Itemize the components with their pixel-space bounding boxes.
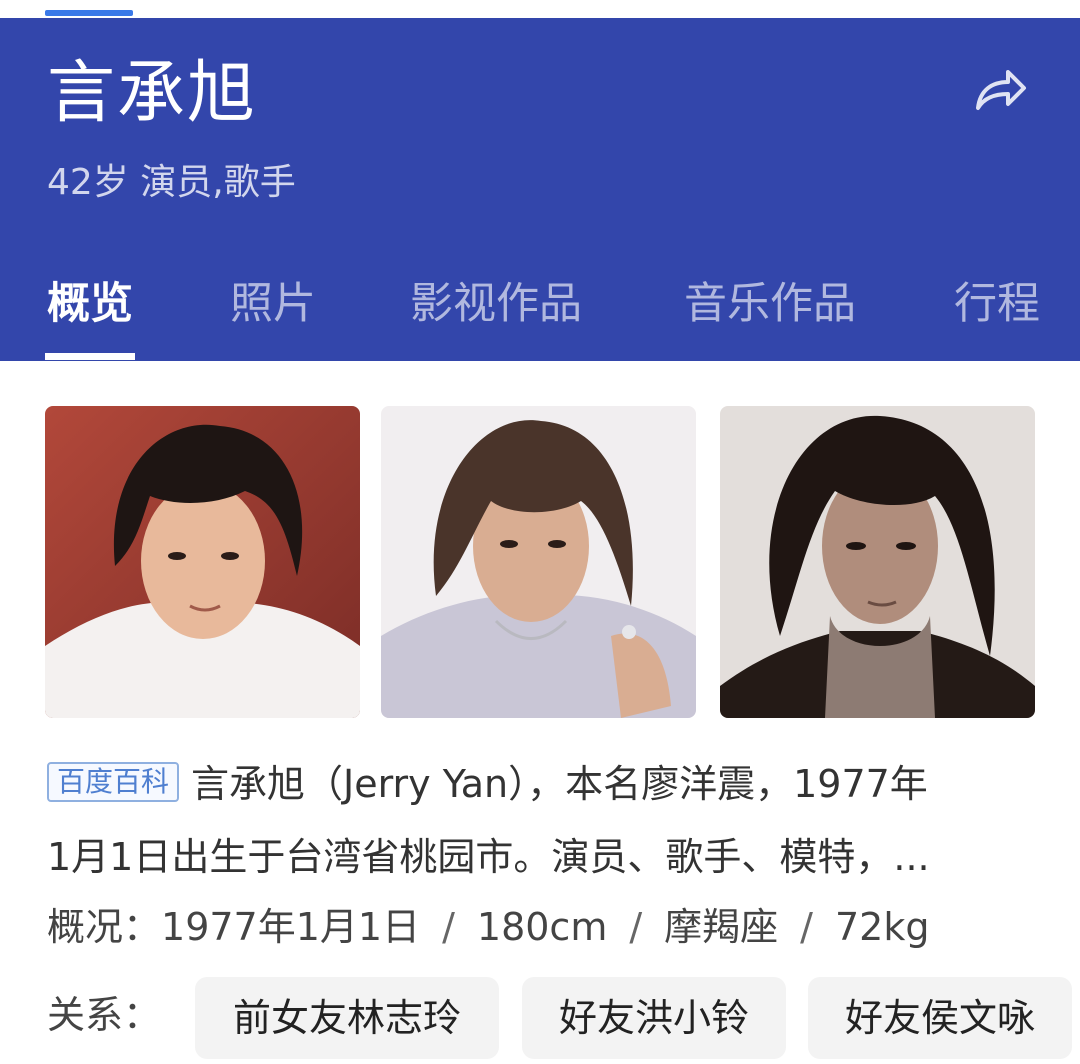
relation-chip-ex-girlfriend[interactable]: 前女友林志玲 bbox=[195, 977, 499, 1059]
active-tab-underline bbox=[45, 353, 135, 360]
relations-row: 关系： 前女友林志玲 好友洪小铃 好友侯文咏 bbox=[47, 975, 1080, 1064]
photo-strip bbox=[45, 406, 1035, 718]
birthday-value: 1977年1月1日 bbox=[161, 905, 421, 949]
abstract-line-2: 1月1日出生于台湾省桃园市。演员、歌手、模特，... bbox=[47, 821, 1037, 894]
abstract-text-1: 言承旭（Jerry Yan），本名廖洋震，1977年 bbox=[191, 762, 928, 806]
weight-value: 72kg bbox=[834, 905, 930, 949]
more-ellipsis[interactable]: ... bbox=[893, 835, 929, 879]
relation-chip-friend-2[interactable]: 好友侯文咏 bbox=[808, 977, 1072, 1059]
tab-music-works[interactable]: 音乐作品 bbox=[684, 273, 856, 335]
zodiac-value: 摩羯座 bbox=[664, 905, 779, 949]
scroll-indicator bbox=[45, 10, 133, 16]
height-value: 180cm bbox=[476, 905, 608, 949]
separator: / bbox=[800, 905, 813, 949]
tab-film-works[interactable]: 影视作品 bbox=[410, 273, 582, 335]
person-subtitle: 42岁 演员,歌手 bbox=[47, 162, 296, 203]
abstract-text: 百度百科 言承旭（Jerry Yan），本名廖洋震，1977年 1月1日出生于台湾… bbox=[47, 748, 1037, 894]
relation-chip-friend-1[interactable]: 好友洪小铃 bbox=[522, 977, 786, 1059]
tab-schedule[interactable]: 行程 bbox=[954, 273, 1040, 335]
top-strip bbox=[0, 0, 1080, 18]
overview-label: 概况： bbox=[47, 905, 162, 949]
separator: / bbox=[629, 905, 643, 949]
tab-bar: 概览 照片 影视作品 音乐作品 行程 bbox=[0, 273, 1080, 361]
portrait-photo-3[interactable] bbox=[720, 406, 1035, 718]
tab-photos[interactable]: 照片 bbox=[230, 273, 316, 335]
baike-source-badge[interactable]: 百度百科 bbox=[47, 762, 180, 802]
person-name: 言承旭 bbox=[47, 54, 258, 133]
portrait-photo-2[interactable] bbox=[381, 406, 696, 718]
abstract-text-2: 1月1日出生于台湾省桃园市。演员、歌手、模特， bbox=[47, 835, 894, 879]
share-arrow-icon bbox=[976, 70, 1026, 110]
relations-label: 关系： bbox=[47, 993, 162, 1037]
portrait-photo-1[interactable] bbox=[45, 406, 360, 718]
overview-row: 概况：1977年1月1日 / 180cm / 摩羯座 / 72kg bbox=[47, 892, 929, 962]
person-header: 言承旭 42岁 演员,歌手 概览 照片 影视作品 音乐作品 行程 bbox=[0, 18, 1080, 361]
abstract-line-1: 百度百科 言承旭（Jerry Yan），本名廖洋震，1977年 bbox=[47, 748, 1037, 821]
tab-overview[interactable]: 概览 bbox=[47, 273, 133, 335]
separator: / bbox=[442, 905, 455, 949]
share-button[interactable] bbox=[970, 60, 1030, 120]
